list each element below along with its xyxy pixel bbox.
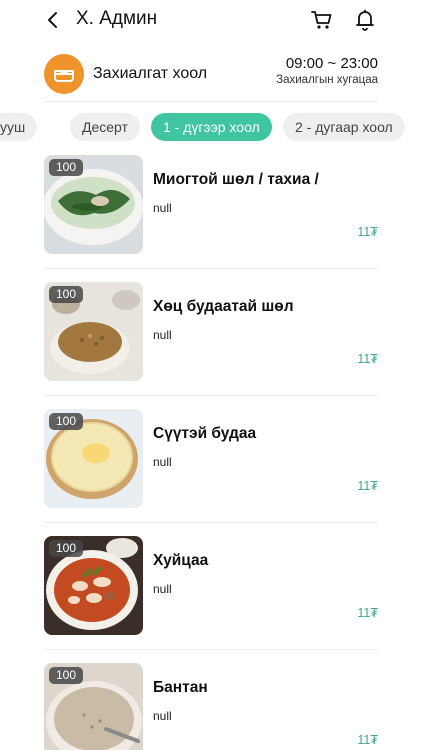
top-bar: Х. Админ (0, 0, 422, 42)
portion-badge: 100 (49, 540, 84, 557)
item-description: null (153, 201, 172, 215)
item-name: Миогтой шөл / тахиа / (153, 171, 319, 188)
order-hours-label: Захиалгын хугацаа (276, 74, 378, 86)
bell-icon[interactable] (354, 8, 376, 32)
item-price: 11₮ (357, 606, 378, 620)
portion-badge: 100 (49, 413, 84, 430)
divider (44, 649, 378, 650)
shop-name: Захиалгат хоол (93, 65, 208, 82)
item-description: null (153, 709, 172, 723)
menu-item[interactable]: 100 Хуйцаа null 11₮ (44, 536, 378, 636)
back-chevron-icon[interactable] (42, 8, 64, 32)
shop-logo-bowl-icon (44, 54, 84, 94)
item-price: 11₮ (357, 479, 378, 493)
order-hours: 09:00 ~ 23:00 Захиалгын хугацаа (276, 55, 378, 86)
menu-item[interactable]: 100 Сүүтэй будаа null 11₮ (44, 409, 378, 509)
page-title: Х. Админ (76, 8, 158, 29)
item-description: null (153, 455, 172, 469)
cart-icon[interactable] (310, 8, 334, 32)
item-description: null (153, 582, 172, 596)
divider (44, 522, 378, 523)
tab-drinks[interactable]: ууш (0, 113, 38, 141)
item-name: Бантан (153, 679, 208, 696)
shop-info: Захиалгат хоол 09:00 ~ 23:00 Захиалгын х… (0, 50, 422, 100)
item-description: null (153, 328, 172, 342)
divider (44, 395, 378, 396)
divider (44, 101, 378, 102)
portion-badge: 100 (49, 667, 84, 684)
item-price: 11₮ (357, 352, 378, 366)
portion-badge: 100 (49, 286, 84, 303)
menu-item[interactable]: 100 Миогтой шөл / тахиа / null 11₮ (44, 155, 378, 255)
item-price: 11₮ (357, 225, 378, 239)
item-name: Хөц будаатай шөл (153, 298, 294, 315)
portion-badge: 100 (49, 159, 84, 176)
item-price: 11₮ (357, 733, 378, 747)
order-time-range: 09:00 ~ 23:00 (285, 55, 378, 72)
divider (44, 268, 378, 269)
tab-first-course[interactable]: 1 - дүгээр хоол (151, 113, 272, 141)
menu-item[interactable]: 100 Хөц будаатай шөл null 11₮ (44, 282, 378, 382)
tab-dessert[interactable]: Десерт (70, 113, 140, 141)
item-name: Сүүтэй будаа (153, 425, 257, 442)
category-tabs: ууш Десерт 1 - дүгээр хоол 2 - дугаар хо… (0, 113, 422, 141)
item-name: Хуйцаа (153, 552, 209, 569)
menu-item[interactable]: 100 Бантан null 11₮ (44, 663, 378, 750)
tab-second-course[interactable]: 2 - дугаар хоол (283, 113, 405, 141)
